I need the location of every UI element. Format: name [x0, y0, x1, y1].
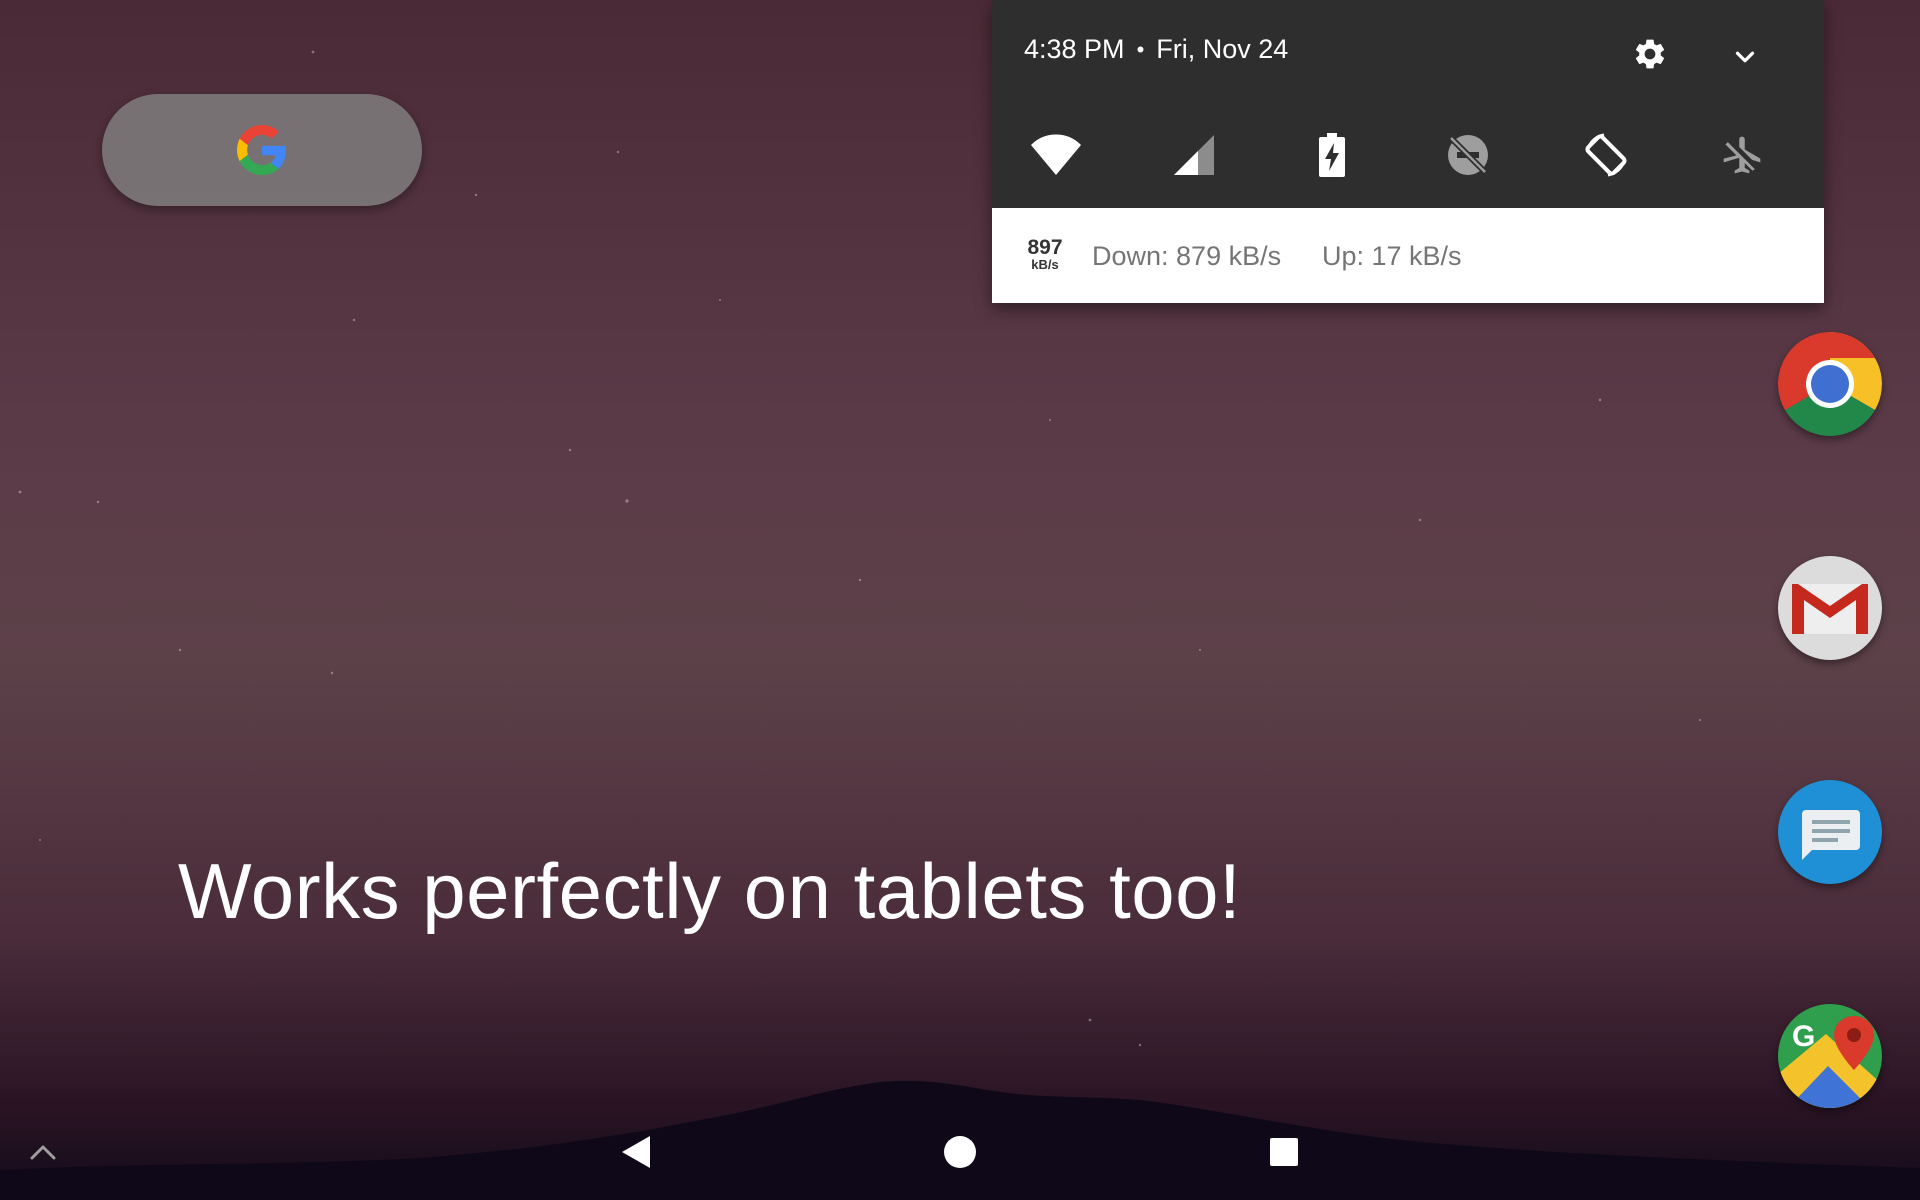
wifi-tile[interactable]	[1026, 128, 1086, 182]
airplane-tile[interactable]	[1712, 128, 1772, 182]
date-label: Fri, Nov 24	[1156, 34, 1289, 64]
google-search-widget[interactable]	[102, 94, 422, 206]
chrome-icon	[1778, 332, 1882, 436]
gmail-app[interactable]	[1778, 556, 1882, 660]
chevron-down-icon[interactable]	[1730, 42, 1760, 72]
gear-icon[interactable]	[1632, 36, 1668, 72]
dnd-tile[interactable]	[1438, 128, 1498, 182]
clock-time: 4:38 PM	[1024, 34, 1125, 64]
status-header: 4:38 PM • Fri, Nov 24	[1024, 34, 1288, 65]
google-g-icon	[237, 125, 286, 175]
cellular-tile[interactable]	[1164, 128, 1224, 182]
home-icon[interactable]	[942, 1134, 978, 1170]
quick-settings-panel: 4:38 PM • Fri, Nov 24	[992, 0, 1824, 208]
separator-dot: •	[1136, 36, 1145, 62]
chevron-up-icon[interactable]	[26, 1140, 60, 1164]
download-speed: Down: 879 kB/s	[1092, 241, 1282, 271]
cellular-signal-icon	[1174, 135, 1214, 175]
gmail-icon	[1792, 584, 1868, 634]
back-icon[interactable]	[618, 1133, 654, 1171]
maps-icon: G	[1778, 1004, 1882, 1108]
speed-indicator-icon: 897 kB/s	[1022, 236, 1068, 272]
maps-app[interactable]: G	[1778, 1004, 1882, 1108]
wifi-icon	[1031, 134, 1081, 175]
battery-charging-icon	[1319, 133, 1345, 177]
do-not-disturb-off-icon	[1448, 135, 1488, 175]
messages-icon	[1802, 810, 1860, 860]
upload-speed: Up: 17 kB/s	[1322, 241, 1462, 271]
messages-app[interactable]	[1778, 780, 1882, 884]
network-speed-notification[interactable]: 897 kB/s Down: 879 kB/s Up: 17 kB/s	[992, 208, 1824, 303]
airplane-mode-off-icon	[1723, 136, 1761, 174]
auto-rotate-tile[interactable]	[1576, 128, 1636, 182]
battery-tile[interactable]	[1302, 128, 1362, 182]
recents-icon[interactable]	[1268, 1136, 1300, 1168]
svg-text:G: G	[1792, 1020, 1815, 1053]
promo-headline: Works perfectly on tablets too!	[178, 847, 1242, 935]
speed-value: 897	[1027, 236, 1063, 259]
auto-rotate-icon	[1585, 133, 1627, 177]
chrome-app[interactable]	[1778, 332, 1882, 436]
notification-shade[interactable]: 4:38 PM • Fri, Nov 24 897 kB/s Down: 879…	[992, 0, 1824, 303]
speed-unit: kB/s	[1031, 257, 1059, 272]
